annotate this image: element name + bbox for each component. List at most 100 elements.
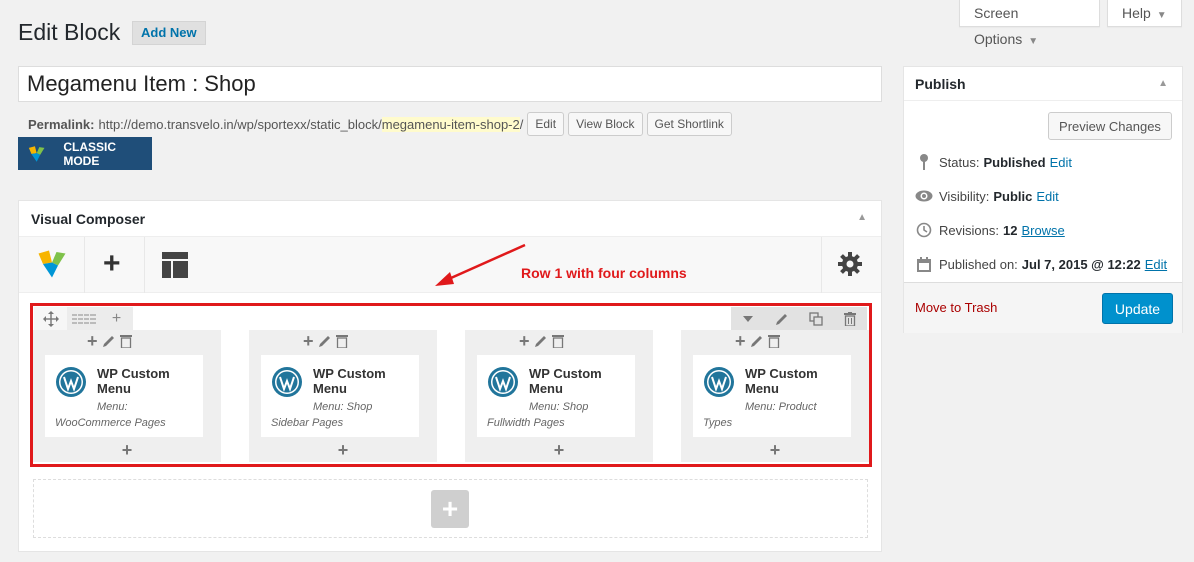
post-title-input[interactable] [18,66,882,102]
column-4: + WP Custom Menu Menu: Product Types + [681,330,869,462]
widget-menu-name: Menu: Product Types [703,401,817,429]
revisions-value: 12 [1002,222,1018,238]
permalink-slug[interactable]: megamenu-item-shop-2 [381,116,520,132]
vc-panel-header: Visual Composer ▲ [19,201,881,237]
column-1: + WP Custom Menu Menu: WooCommerce Pages… [33,330,221,462]
add-element-icon[interactable]: + [103,249,121,279]
add-element-icon[interactable]: + [465,440,653,461]
wordpress-icon [56,367,86,397]
annotation-arrow-icon [435,243,526,286]
column-controls: + [735,332,780,350]
column-controls: + [87,332,132,350]
edit-row-icon[interactable] [765,307,799,330]
vc-logo-icon [28,145,45,162]
move-row-icon[interactable] [34,307,67,330]
toggle-row-icon[interactable] [731,307,765,330]
screen-options-button[interactable]: Screen Options ▼ [959,0,1100,47]
add-row-button[interactable]: + [431,490,469,528]
delete-row-icon[interactable] [833,307,867,330]
toolbar-divider [84,237,85,293]
add-element-icon[interactable]: + [735,332,746,350]
add-new-button[interactable]: Add New [132,21,206,45]
page-title: Edit Block [18,19,121,45]
view-block-button[interactable]: View Block [568,112,643,136]
visibility-value: Public [993,188,1033,204]
update-button[interactable]: Update [1102,293,1173,324]
help-label: Help [1122,5,1151,21]
gear-icon[interactable] [837,251,863,280]
wordpress-icon [488,367,518,397]
published-on-row: Published on: Jul 7, 2015 @ 12:22 Edit [915,255,1167,273]
move-to-trash-link[interactable]: Move to Trash [915,300,997,315]
publish-header: Publish ▲ [904,67,1182,101]
vc-logo-icon[interactable] [37,249,67,282]
column-layout-icon[interactable] [67,307,100,330]
permalink-base: http://demo.transvelo.in/wp/sportexx/sta… [98,116,382,132]
permalink-label: Permalink: [28,116,95,132]
edit-column-icon[interactable] [318,334,332,348]
add-column-icon[interactable]: + [100,307,133,330]
edit-column-icon[interactable] [750,334,764,348]
row-controls-left: + [34,307,133,330]
templates-icon[interactable] [161,251,189,282]
widget-title: WP Custom Menu [745,366,818,396]
pin-icon [915,154,933,170]
widget-title: WP Custom Menu [313,366,386,396]
edit-status-link[interactable]: Edit [1050,155,1072,170]
edit-column-icon[interactable] [534,334,548,348]
column-3: + WP Custom Menu Menu: Shop Fullwidth Pa… [465,330,653,462]
screen-options-label: Screen Options [974,5,1023,47]
preview-changes-button[interactable]: Preview Changes [1048,112,1172,140]
publish-actions: Move to Trash Update [904,282,1182,333]
revisions-row: Revisions: 12 Browse [915,221,1065,239]
row-controls-right [731,307,867,330]
classic-mode-button[interactable]: CLASSIC MODE [18,137,152,170]
browse-revisions-link[interactable]: Browse [1021,223,1064,238]
collapse-arrow-icon[interactable]: ▲ [857,212,867,223]
delete-column-icon[interactable] [551,334,564,348]
edit-permalink-button[interactable]: Edit [527,112,565,136]
visibility-label: Visibility: [939,188,990,204]
add-element-icon[interactable]: + [303,332,314,350]
add-element-icon[interactable]: + [681,440,869,461]
wordpress-icon [272,367,302,397]
toolbar-divider [821,237,822,293]
wp-custom-menu-widget[interactable]: WP Custom Menu Menu: Shop Sidebar Pages [261,355,419,437]
delete-column-icon[interactable] [119,334,132,348]
column-controls: + [519,332,564,350]
history-icon [915,222,933,238]
calendar-icon [915,256,933,272]
status-row: Status: Published Edit [915,153,1072,171]
wp-custom-menu-widget[interactable]: WP Custom Menu Menu: Product Types [693,355,851,437]
widget-title: WP Custom Menu [529,366,602,396]
published-on-label: Published on: [939,256,1018,272]
add-element-icon[interactable]: + [87,332,98,350]
clone-row-icon[interactable] [799,307,833,330]
edit-date-link[interactable]: Edit [1145,257,1167,272]
widget-menu-name: Menu: Shop Fullwidth Pages [487,401,589,429]
add-element-icon[interactable]: + [519,332,530,350]
caret-down-icon: ▼ [1156,10,1167,21]
add-element-icon[interactable]: + [33,440,221,461]
help-button[interactable]: Help ▼ [1107,0,1182,27]
widget-menu-name: Menu: WooCommerce Pages [55,401,166,429]
published-on-value: Jul 7, 2015 @ 12:22 [1021,256,1141,272]
permalink-trailing: / [519,116,524,132]
toolbar-divider [144,237,145,293]
column-controls: + [303,332,348,350]
collapse-arrow-icon[interactable]: ▲ [1158,78,1168,89]
status-label: Status: [939,154,980,170]
publish-title: Publish [915,76,966,92]
get-shortlink-button[interactable]: Get Shortlink [646,112,732,136]
widget-menu-name: Menu: Shop Sidebar Pages [271,401,373,429]
edit-column-icon[interactable] [102,334,116,348]
delete-column-icon[interactable] [767,334,780,348]
wordpress-icon [704,367,734,397]
wp-custom-menu-widget[interactable]: WP Custom Menu Menu: Shop Fullwidth Page… [477,355,635,437]
edit-visibility-link[interactable]: Edit [1036,189,1058,204]
add-element-icon[interactable]: + [249,440,437,461]
annotation-label: Row 1 with four columns [521,265,687,281]
permalink-row: Permalink: http://demo.transvelo.in/wp/s… [28,112,732,136]
wp-custom-menu-widget[interactable]: WP Custom Menu Menu: WooCommerce Pages [45,355,203,437]
delete-column-icon[interactable] [335,334,348,348]
